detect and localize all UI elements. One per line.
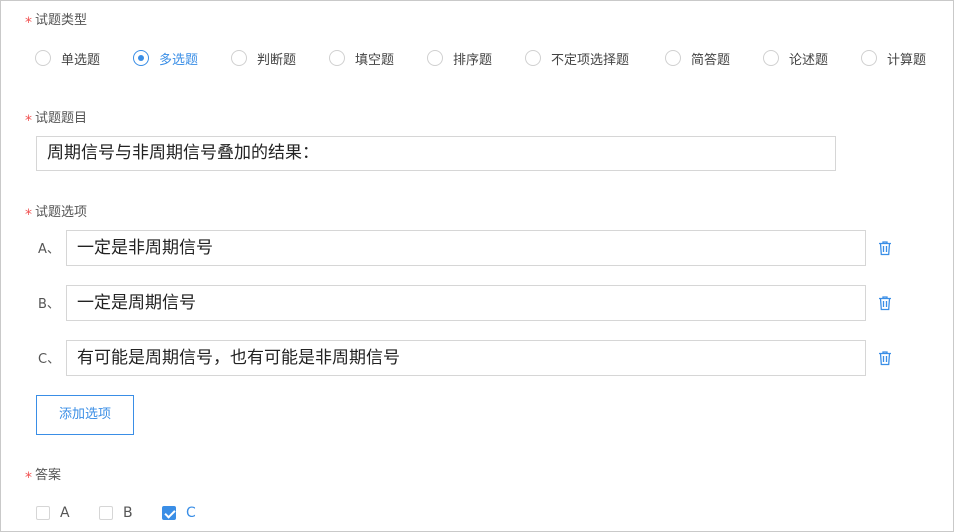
checkbox-label: A xyxy=(60,505,70,521)
radio-true-false[interactable]: 判断题 xyxy=(231,47,296,69)
radio-multiple-choice[interactable]: 多选题 xyxy=(133,47,198,69)
question-options-label: * 试题选项 xyxy=(25,203,88,223)
add-option-button[interactable]: 添加选项 xyxy=(36,395,134,435)
radio-label: 计算题 xyxy=(887,52,927,68)
radio-essay[interactable]: 论述题 xyxy=(763,47,828,69)
option-c-letter: C、 xyxy=(38,352,61,367)
trash-icon[interactable] xyxy=(877,295,893,311)
question-title-input[interactable]: 周期信号与非周期信号叠加的结果： xyxy=(36,136,836,171)
answer-label: * 答案 xyxy=(25,466,62,486)
radio-circle[interactable] xyxy=(763,50,779,66)
form-container: * 试题类型 单选题 多选题 判断题 填空题 排序题 不定项选择题 简答题 论述… xyxy=(0,0,954,532)
radio-fill-blank[interactable]: 填空题 xyxy=(329,47,394,69)
radio-label: 判断题 xyxy=(257,52,297,68)
question-type-label: * 试题类型 xyxy=(25,11,88,31)
radio-label: 简答题 xyxy=(691,52,731,68)
radio-circle[interactable] xyxy=(133,50,149,66)
required-mark: * xyxy=(25,15,32,31)
radio-circle[interactable] xyxy=(525,50,541,66)
option-a-input[interactable]: 一定是非周期信号 xyxy=(66,230,866,266)
answer-checkbox-b[interactable]: B xyxy=(99,504,133,522)
radio-indefinite-choice[interactable]: 不定项选择题 xyxy=(525,47,629,69)
trash-icon[interactable] xyxy=(877,240,893,256)
trash-icon[interactable] xyxy=(877,350,893,366)
radio-label: 不定项选择题 xyxy=(551,52,630,68)
question-type-label-text: 试题类型 xyxy=(35,13,88,28)
question-title-label: * 试题题目 xyxy=(25,109,88,129)
question-options-label-text: 试题选项 xyxy=(35,205,88,220)
radio-label: 多选题 xyxy=(159,52,199,68)
radio-label: 填空题 xyxy=(355,52,395,68)
checkbox-label: B xyxy=(123,505,133,521)
required-mark: * xyxy=(25,207,32,223)
checkbox-box[interactable] xyxy=(99,506,113,520)
radio-label: 论述题 xyxy=(789,52,829,68)
option-c-input[interactable]: 有可能是周期信号，也有可能是非周期信号 xyxy=(66,340,866,376)
question-title-label-text: 试题题目 xyxy=(35,111,88,126)
radio-circle[interactable] xyxy=(231,50,247,66)
radio-single-choice[interactable]: 单选题 xyxy=(35,47,100,69)
checkbox-label: C xyxy=(186,505,196,521)
checkbox-box[interactable] xyxy=(162,506,176,520)
option-b-input[interactable]: 一定是周期信号 xyxy=(66,285,866,321)
radio-short-answer[interactable]: 简答题 xyxy=(665,47,730,69)
option-a-letter: A、 xyxy=(38,242,60,257)
radio-ordering[interactable]: 排序题 xyxy=(427,47,492,69)
radio-label: 单选题 xyxy=(61,52,101,68)
required-mark: * xyxy=(25,113,32,129)
radio-circle[interactable] xyxy=(861,50,877,66)
radio-label: 排序题 xyxy=(453,52,493,68)
answer-checkbox-a[interactable]: A xyxy=(36,504,70,522)
required-mark: * xyxy=(25,470,32,486)
answer-checkbox-c[interactable]: C xyxy=(162,504,196,522)
radio-circle[interactable] xyxy=(329,50,345,66)
answer-label-text: 答案 xyxy=(35,468,62,483)
option-b-letter: B、 xyxy=(38,297,60,312)
radio-calculation[interactable]: 计算题 xyxy=(861,47,926,69)
radio-circle[interactable] xyxy=(35,50,51,66)
checkbox-box[interactable] xyxy=(36,506,50,520)
radio-circle[interactable] xyxy=(665,50,681,66)
radio-circle[interactable] xyxy=(427,50,443,66)
